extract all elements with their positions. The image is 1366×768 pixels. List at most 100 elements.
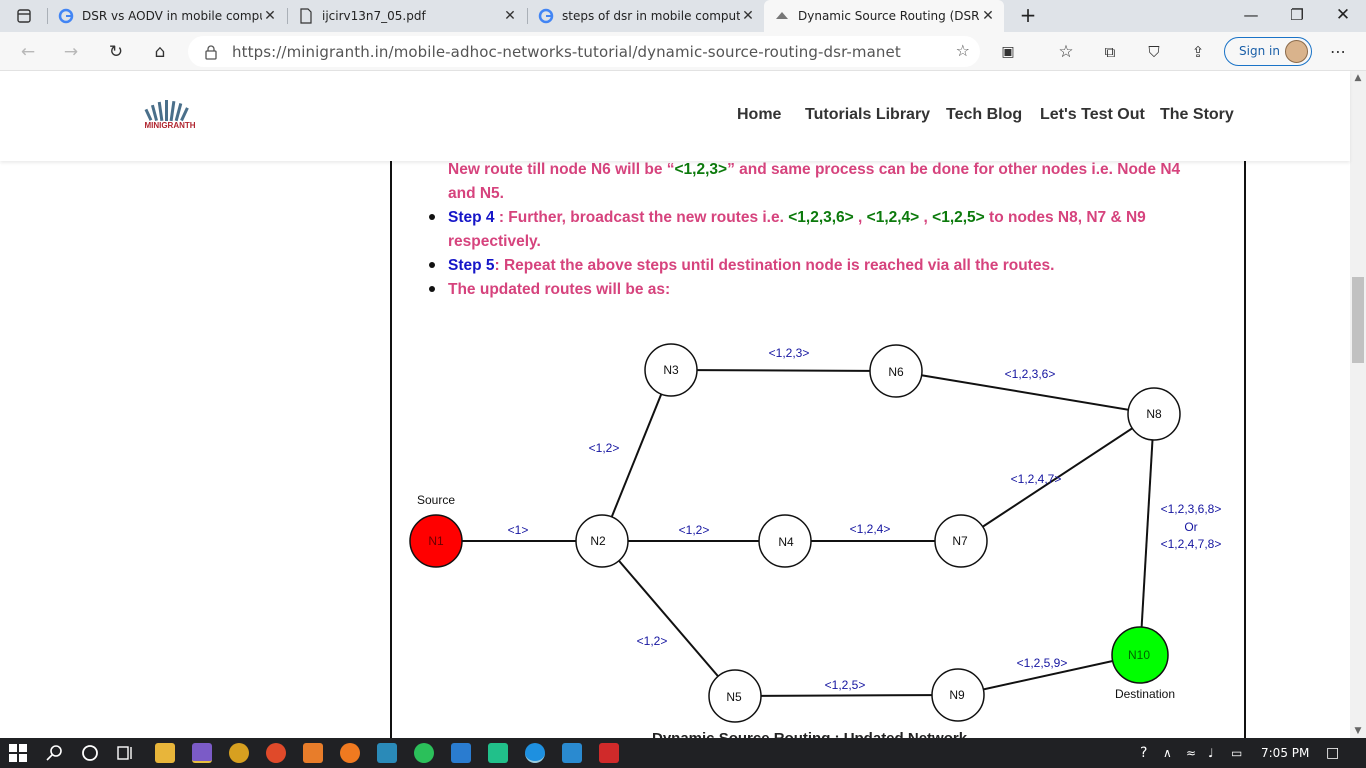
edge-label-n2-n4: <1,2> [679,523,710,537]
google-icon [58,8,74,24]
document-icon [300,8,312,24]
node-label-n6: N6 [888,365,904,379]
bullet [429,262,435,268]
visual-studio-icon[interactable] [192,743,212,763]
windows-start-icon[interactable] [9,744,27,762]
node-label-n1: N1 [428,534,444,548]
nav-lets-test-out[interactable]: Let's Test Out [1040,106,1145,124]
tab-actions-icon [17,9,31,23]
close-tab-icon[interactable]: ✕ [980,8,996,24]
close-tab-icon[interactable]: ✕ [740,8,756,24]
git-icon[interactable] [229,743,249,763]
scroll-up-icon[interactable]: ▲ [1350,71,1366,85]
close-window-button[interactable]: ✕ [1320,0,1366,32]
tab-steps-of-dsr[interactable]: steps of dsr in mobile computing ✕ [528,0,764,32]
collections-icon[interactable]: ⧉ [1097,39,1123,65]
sign-in-label: Sign in [1239,44,1280,58]
favorites-icon[interactable]: ☆ [1053,39,1079,65]
edge-label-n9-n10: <1,2,5,9> [1017,656,1068,670]
xampp-icon[interactable] [303,743,323,763]
google-icon [538,8,554,24]
edge-label-n8-n10-a: <1,2,3,6,8> [1161,502,1222,516]
cortana-icon[interactable] [81,744,99,762]
edge-n3-n6 [670,369,897,372]
node-label-n7: N7 [952,534,968,548]
nav-home[interactable]: Home [737,106,781,124]
help-icon[interactable]: ? [1140,738,1147,768]
tab-dsr-vs-aodv[interactable]: DSR vs AODV in mobile computi ✕ [48,0,286,32]
step-5-item: Step 5: Repeat the above steps until des… [448,257,1055,274]
tab-title: Dynamic Source Routing (DSR) | [798,9,980,23]
file-explorer-icon[interactable] [155,743,175,763]
favorite-star-icon[interactable]: ☆ [956,41,970,60]
pycharm-icon[interactable] [488,743,508,763]
battery-icon[interactable]: ▭ [1231,738,1242,768]
edge-n5-n9 [734,694,959,697]
browser-essentials-icon[interactable]: ⛉ [1141,39,1167,65]
edge-label-n8-n10-or: Or [1184,520,1197,534]
mail-icon[interactable] [562,743,582,763]
tab-title: steps of dsr in mobile computing [562,9,740,23]
tab-pdf[interactable]: ijcirv13n7_05.pdf ✕ [288,0,526,32]
bullet [429,286,435,292]
tab-title: DSR vs AODV in mobile computi [82,9,262,23]
node-label-n8: N8 [1146,407,1162,421]
edge-label-n2-n3: <1,2> [589,441,620,455]
updated-routes-item: The updated routes will be as: [448,281,671,298]
dsr-network-diagram: N1 N2 N3 N4 N5 N6 N7 N8 N9 N10 Source De… [409,343,1222,723]
edge-label-n4-n7: <1,2,4> [850,522,891,536]
share-icon[interactable]: ⇪ [1185,39,1211,65]
close-tab-icon[interactable]: ✕ [262,8,278,24]
tab-dynamic-source-routing[interactable]: Dynamic Source Routing (DSR) | ✕ [764,0,1004,32]
edge-label-n5-n9: <1,2,5> [825,678,866,692]
media-player-icon[interactable] [266,743,286,763]
notifications-icon[interactable]: □ [1326,738,1339,768]
node-label-n10: N10 [1128,648,1150,662]
show-hidden-icons[interactable]: ∧ [1163,738,1172,768]
edge-icon[interactable] [525,743,545,763]
minigranth-logo[interactable]: MINIGRANTH [133,97,207,133]
address-bar: ← → ↻ ⌂ https://minigranth.in/mobile-adh… [0,32,1366,71]
paragraph-line: New route till node N6 will be “<1,2,3>”… [448,161,1181,178]
url-field[interactable]: https://minigranth.in/mobile-adhoc-netwo… [188,36,980,67]
nav-the-story[interactable]: The Story [1160,106,1234,124]
new-tab-button[interactable]: + [1005,0,1051,32]
nav-tutorials-library[interactable]: Tutorials Library [805,106,930,124]
close-tab-icon[interactable]: ✕ [502,8,518,24]
acrobat-icon[interactable] [599,743,619,763]
scrollbar-thumb[interactable] [1352,277,1364,363]
search-icon[interactable] [46,744,64,762]
edge-label-n8-n10-b: <1,2,4,7,8> [1161,537,1222,551]
nav-tech-blog[interactable]: Tech Blog [946,106,1022,124]
sign-in-button[interactable]: Sign in [1224,37,1312,66]
clock[interactable]: 7:05 PM [1261,738,1309,768]
minimize-button[interactable]: — [1228,0,1274,32]
forward-button[interactable]: → [58,39,84,65]
task-view-icon[interactable] [117,744,135,762]
page-scrollbar[interactable]: ▲ ▼ [1350,71,1366,738]
lt-app-icon[interactable] [377,743,397,763]
more-menu-icon[interactable]: ⋯ [1325,39,1351,65]
tab-actions-button[interactable] [0,0,46,32]
bullet [429,214,435,220]
vscode-icon[interactable] [451,743,471,763]
back-button[interactable]: ← [15,39,41,65]
wifi-icon[interactable]: ≈ [1186,738,1196,768]
scroll-down-icon[interactable]: ▼ [1350,724,1366,738]
lock-icon [205,45,217,60]
home-button[interactable]: ⌂ [147,39,173,65]
taskbar: ? ∧ ≈ ♩ ▭ 7:05 PM □ [0,738,1366,768]
node-label-n9: N9 [949,688,965,702]
article-content: New route till node N6 will be “<1,2,3>”… [390,161,1246,741]
edge-n8-n10 [1139,413,1155,656]
minigranth-icon [776,12,788,19]
restore-button[interactable]: ❐ [1274,0,1320,32]
node-label-n4: N4 [778,535,794,549]
firefox-icon[interactable] [340,743,360,763]
volume-icon[interactable]: ♩ [1208,738,1214,768]
tab-bar: DSR vs AODV in mobile computi ✕ ijcirv13… [0,0,1366,32]
edge-label-n1-n2: <1> [508,523,529,537]
refresh-button[interactable]: ↻ [103,39,129,65]
whatsapp-icon[interactable] [414,743,434,763]
collections-extension-icon[interactable]: ▣ [995,39,1021,65]
